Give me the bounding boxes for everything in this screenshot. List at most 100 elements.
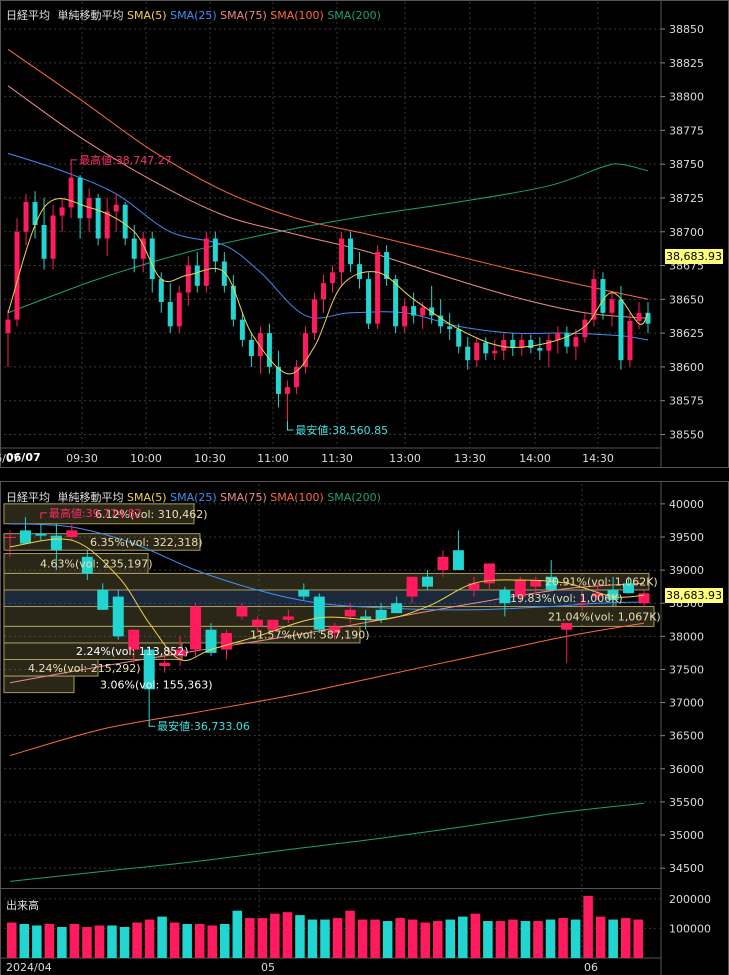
- y-tick-label: 100000: [669, 922, 711, 935]
- candle-body: [19, 530, 31, 544]
- candle-body: [159, 662, 171, 667]
- legend-name: 日経平均: [6, 491, 50, 504]
- chart-app: 38550 38575 38600 38625 38650 38675 38700 38725…: [0, 0, 729, 975]
- candle-body: [320, 283, 326, 300]
- candle-body: [97, 589, 109, 610]
- low-marker: [148, 720, 156, 727]
- sma100-line: [7, 48, 649, 300]
- candle-body: [284, 387, 290, 394]
- candle-body: [618, 299, 624, 361]
- y-tick-label: 38650: [669, 293, 704, 306]
- candle-body: [499, 589, 511, 604]
- volume-bar: [608, 919, 618, 958]
- candle-body: [492, 350, 498, 354]
- candle-body: [411, 306, 417, 316]
- volume-label: 出来高: [6, 899, 39, 912]
- volume-bar: [207, 925, 217, 958]
- legend-sma100[interactable]: SMA(100): [270, 9, 324, 22]
- candle-body: [122, 204, 128, 239]
- x-tick-label: 10:00: [130, 452, 162, 465]
- candle-body: [239, 319, 245, 340]
- y-tick-label: 38600: [669, 361, 704, 374]
- candle-body: [555, 333, 561, 340]
- volume-bar: [245, 918, 255, 958]
- legend-name: 日経平均: [6, 9, 50, 22]
- candle-body: [561, 623, 573, 630]
- candle-body: [35, 533, 47, 536]
- candle-body: [600, 279, 606, 313]
- legend-sma200[interactable]: SMA(200): [327, 9, 381, 22]
- legend-sma75[interactable]: SMA(75): [220, 9, 267, 22]
- volume-bar: [458, 916, 468, 958]
- volume-profile-label: 21.04%(vol: 1,067K): [548, 610, 661, 623]
- low-marker: [286, 420, 294, 431]
- legend-sma5[interactable]: SMA(5): [127, 9, 167, 22]
- x-tick-label: 05: [261, 961, 275, 974]
- candle-body: [456, 329, 462, 347]
- daily-last-price-tag: 38,683.93: [665, 588, 723, 603]
- volume-bar: [420, 922, 430, 958]
- volume-bar: [169, 922, 180, 958]
- candle-body: [537, 347, 543, 351]
- volume-bar: [620, 918, 631, 958]
- candle-body: [357, 264, 363, 280]
- volume-bar: [132, 922, 142, 958]
- legend-sma75[interactable]: SMA(75): [220, 491, 267, 504]
- legend-sma5[interactable]: SMA(5): [127, 491, 167, 504]
- volume-profile-label: 2.24%(vol: 113,852): [76, 645, 189, 658]
- volume-bar: [570, 919, 581, 958]
- chart-canvas[interactable]: 3855038575386003862538650386753870038725…: [0, 0, 729, 975]
- volume-bar: [182, 924, 192, 958]
- volume-bar: [82, 926, 92, 958]
- candle-body: [212, 238, 218, 262]
- candle-body: [582, 319, 588, 338]
- volume-bar: [257, 918, 268, 958]
- legend-sma100[interactable]: SMA(100): [270, 491, 324, 504]
- candle-body: [266, 333, 272, 367]
- x-tick-label: 06: [584, 961, 598, 974]
- candle-body: [41, 225, 47, 259]
- candle-body: [330, 272, 336, 284]
- candle-body: [510, 339, 516, 348]
- legend-type: 単純移動平均: [57, 9, 124, 22]
- y-tick-label: 38825: [669, 57, 704, 70]
- legend-sma200[interactable]: SMA(200): [327, 491, 381, 504]
- volume-bar: [57, 926, 67, 958]
- candle-body: [66, 530, 78, 537]
- candle-body: [564, 333, 570, 347]
- legend-sma25[interactable]: SMA(25): [170, 9, 217, 22]
- candle-body: [609, 299, 615, 313]
- volume-bar: [220, 924, 230, 958]
- candle-body: [167, 302, 173, 327]
- candle-body: [636, 312, 642, 321]
- candle-body: [546, 339, 552, 351]
- volume-bar: [332, 918, 343, 958]
- volume-bar: [7, 922, 17, 958]
- candle-body: [23, 202, 29, 232]
- candle-body: [420, 307, 426, 316]
- x-tick-label: 09:30: [66, 452, 98, 465]
- y-tick-label: 39000: [669, 564, 704, 577]
- candle-body: [391, 603, 403, 614]
- volume-bar: [520, 921, 531, 958]
- candle-body: [375, 252, 381, 324]
- volume-bar: [232, 910, 243, 958]
- candle-body: [591, 279, 597, 320]
- volume-bar: [595, 916, 606, 958]
- candle-body: [59, 207, 65, 216]
- candle-body: [77, 177, 83, 219]
- volume-bar: [495, 921, 506, 958]
- legend-intraday: 日経平均 単純移動平均 SMA(5) SMA(25) SMA(75) SMA(1…: [6, 7, 381, 23]
- y-tick-label: 38000: [669, 630, 704, 643]
- candle-body: [530, 580, 542, 587]
- candle-body: [422, 576, 434, 587]
- volume-bar: [470, 913, 481, 958]
- volume-bar: [32, 925, 42, 958]
- candle-body: [282, 616, 294, 620]
- volume-bar: [395, 918, 405, 958]
- volume-bar: [483, 921, 493, 958]
- candle-body: [203, 238, 209, 286]
- volume-bar: [407, 919, 418, 958]
- candle-body: [627, 320, 633, 361]
- legend-sma25[interactable]: SMA(25): [170, 491, 217, 504]
